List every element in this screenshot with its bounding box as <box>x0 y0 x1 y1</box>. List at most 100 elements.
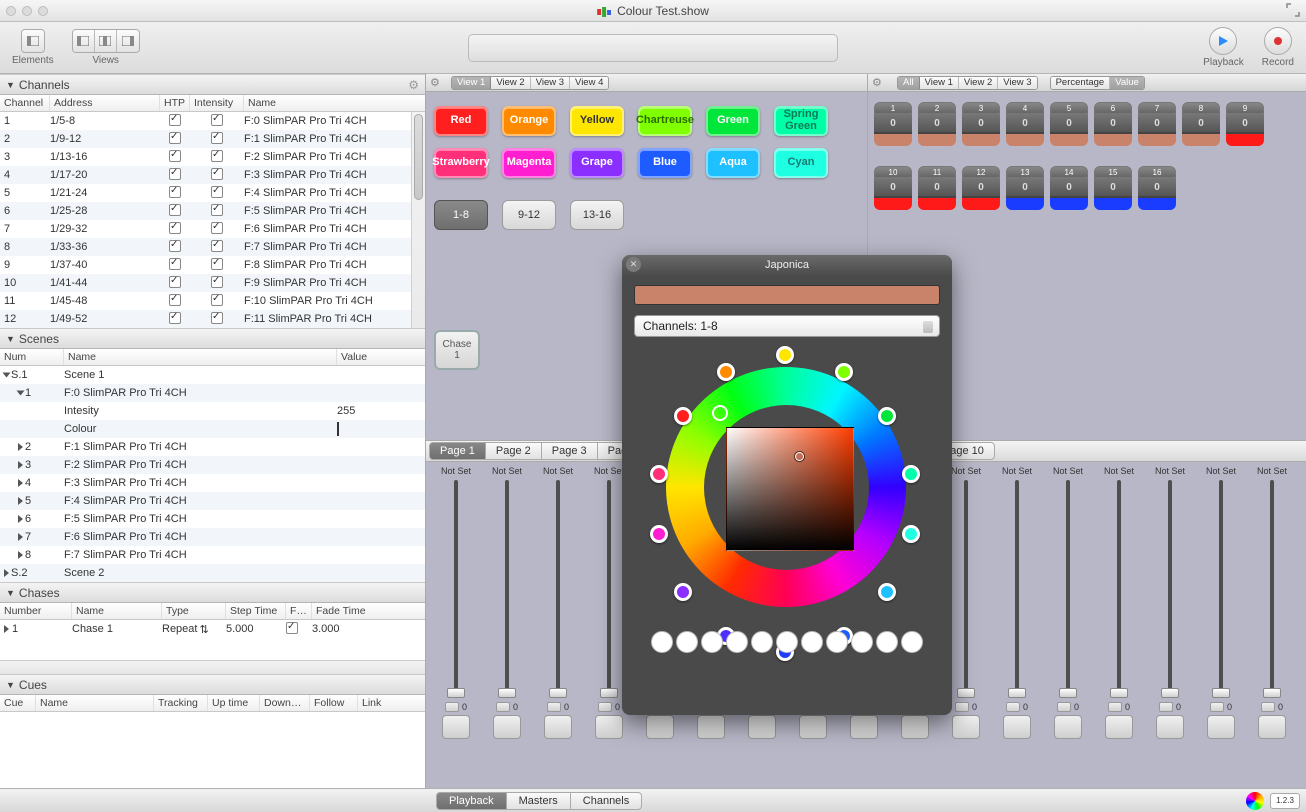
intensity-checkbox[interactable] <box>211 258 223 270</box>
bottom-tab[interactable]: Masters <box>506 792 571 810</box>
disclosure-triangle-icon[interactable] <box>18 533 23 541</box>
elements-button[interactable] <box>22 30 44 52</box>
playback-slider[interactable]: Not Set0 <box>534 466 582 739</box>
flash-button[interactable] <box>1003 715 1031 739</box>
color-pill[interactable]: Red <box>434 106 488 136</box>
view-left-button[interactable] <box>73 30 95 52</box>
chase-f-checkbox[interactable] <box>286 622 298 634</box>
col-cue-name[interactable]: Name <box>36 695 154 711</box>
saved-color-slot[interactable] <box>826 631 848 653</box>
flash-button[interactable] <box>799 715 827 739</box>
views-segment[interactable] <box>72 29 140 53</box>
col-address[interactable]: Address <box>50 95 160 111</box>
monitor-cell[interactable]: 20 <box>918 102 956 146</box>
monitor-cell[interactable]: 110 <box>918 166 956 210</box>
scene-row[interactable]: S.2Scene 2 <box>0 564 425 582</box>
saved-color-slot[interactable] <box>901 631 923 653</box>
htp-checkbox[interactable] <box>169 114 181 126</box>
flash-button[interactable] <box>1207 715 1235 739</box>
htp-checkbox[interactable] <box>169 276 181 288</box>
go-button[interactable] <box>547 702 561 712</box>
view-center-button[interactable] <box>95 30 117 52</box>
go-button[interactable] <box>445 702 459 712</box>
htp-checkbox[interactable] <box>169 240 181 252</box>
col-tracking[interactable]: Tracking <box>154 695 208 711</box>
elements-segment[interactable] <box>21 29 45 53</box>
horizontal-scrollbar[interactable] <box>0 660 425 674</box>
close-icon[interactable]: ✕ <box>626 257 641 272</box>
color-pill[interactable]: Blue <box>638 148 692 178</box>
channel-row[interactable]: 51/21-24F:4 SlimPAR Pro Tri 4CH <box>0 184 425 202</box>
color-wheel-icon[interactable] <box>1246 792 1264 810</box>
scene-row[interactable]: 7F:6 SlimPAR Pro Tri 4CH <box>0 528 425 546</box>
hue-preset-dot[interactable] <box>902 525 920 543</box>
channel-row[interactable]: 61/25-28F:5 SlimPAR Pro Tri 4CH <box>0 202 425 220</box>
monitor-mode-tab[interactable]: Percentage <box>1051 77 1111 89</box>
flash-button[interactable] <box>748 715 776 739</box>
channel-row[interactable]: 71/29-32F:6 SlimPAR Pro Tri 4CH <box>0 220 425 238</box>
playback-slider[interactable]: Not Set0 <box>1044 466 1092 739</box>
col-num[interactable]: Num <box>0 349 64 365</box>
playback-button[interactable] <box>1209 27 1237 55</box>
playback-slider[interactable]: Not Set0 <box>1248 466 1296 739</box>
color-picker-popup[interactable]: ✕ Japonica Channels: 1-8 <box>622 255 952 715</box>
monitor-tab[interactable]: View 3 <box>998 77 1036 89</box>
col-step-time[interactable]: Step Time <box>226 603 286 619</box>
flash-button[interactable] <box>850 715 878 739</box>
saved-color-slot[interactable] <box>651 631 673 653</box>
hue-preset-dot[interactable] <box>878 407 896 425</box>
monitor-mode-tabs[interactable]: PercentageValue <box>1050 76 1145 90</box>
hue-preset-dot[interactable] <box>878 583 896 601</box>
monitor-view-tabs[interactable]: AllView 1View 2View 3 <box>897 76 1038 90</box>
disclosure-triangle-icon[interactable] <box>18 461 23 469</box>
col-htp[interactable]: HTP <box>160 95 190 111</box>
fullscreen-icon[interactable] <box>1286 3 1300 17</box>
intensity-checkbox[interactable] <box>211 168 223 180</box>
intensity-checkbox[interactable] <box>211 294 223 306</box>
view-tab[interactable]: View 2 <box>491 77 530 89</box>
intensity-checkbox[interactable] <box>211 132 223 144</box>
intensity-checkbox[interactable] <box>211 222 223 234</box>
scrollbar[interactable] <box>411 112 425 328</box>
view-tab[interactable]: View 4 <box>570 77 608 89</box>
intensity-checkbox[interactable] <box>211 186 223 198</box>
playback-slider[interactable]: Not Set0 <box>993 466 1041 739</box>
htp-checkbox[interactable] <box>169 150 181 162</box>
monitor-cell[interactable]: 100 <box>874 166 912 210</box>
hue-preset-dot[interactable] <box>776 346 794 364</box>
htp-checkbox[interactable] <box>169 168 181 180</box>
range-button[interactable]: 1-8 <box>434 200 488 230</box>
intensity-checkbox[interactable] <box>211 114 223 126</box>
saved-color-slot[interactable] <box>801 631 823 653</box>
saved-color-slot[interactable] <box>876 631 898 653</box>
flash-button[interactable] <box>952 715 980 739</box>
monitor-cell[interactable]: 60 <box>1094 102 1132 146</box>
monitor-cell[interactable]: 10 <box>874 102 912 146</box>
cues-panel-header[interactable]: ▼ Cues <box>0 674 425 695</box>
channel-row[interactable]: 21/9-12F:1 SlimPAR Pro Tri 4CH <box>0 130 425 148</box>
monitor-cell[interactable]: 150 <box>1094 166 1132 210</box>
color-pill[interactable]: Magenta <box>502 148 556 178</box>
go-button[interactable] <box>496 702 510 712</box>
view-right-button[interactable] <box>117 30 139 52</box>
scene-row[interactable]: 8F:7 SlimPAR Pro Tri 4CH <box>0 546 425 564</box>
monitor-cell[interactable]: 120 <box>962 166 1000 210</box>
playback-slider[interactable]: Not Set0 <box>483 466 531 739</box>
popup-titlebar[interactable]: ✕ Japonica <box>622 255 952 275</box>
channel-row[interactable]: 121/49-52F:11 SlimPAR Pro Tri 4CH <box>0 310 425 328</box>
monitor-cell[interactable]: 40 <box>1006 102 1044 146</box>
monitor-tab[interactable]: View 1 <box>920 77 959 89</box>
go-button[interactable] <box>598 702 612 712</box>
hue-preset-dot[interactable] <box>717 363 735 381</box>
intensity-checkbox[interactable] <box>211 240 223 252</box>
zoom-window-button[interactable] <box>38 6 48 16</box>
chases-panel-header[interactable]: ▼ Chases <box>0 582 425 603</box>
go-button[interactable] <box>1057 702 1071 712</box>
minimize-window-button[interactable] <box>22 6 32 16</box>
monitor-cell[interactable]: 30 <box>962 102 1000 146</box>
flash-button[interactable] <box>901 715 929 739</box>
hue-selection-ring[interactable] <box>712 405 728 421</box>
numeric-display-icon[interactable]: 1.2.3 <box>1270 793 1300 809</box>
monitor-cell[interactable]: 140 <box>1050 166 1088 210</box>
intensity-checkbox[interactable] <box>211 276 223 288</box>
